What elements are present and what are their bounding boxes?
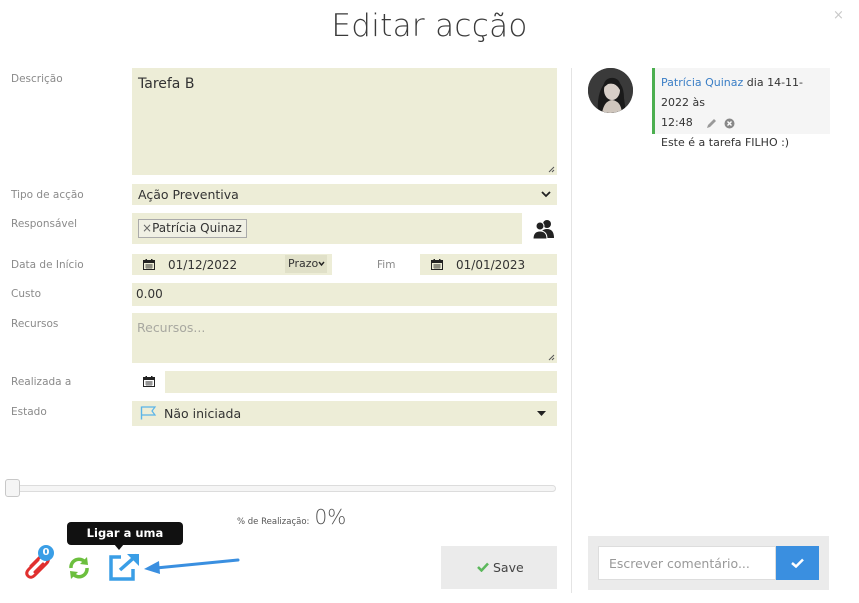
save-button[interactable]: Save bbox=[441, 546, 557, 589]
attachments-count-badge: 0 bbox=[38, 545, 54, 561]
tag-remove-icon[interactable]: × bbox=[142, 221, 152, 235]
estado-select[interactable]: Não iniciada bbox=[132, 401, 557, 426]
comment-time: 12:48 bbox=[661, 116, 693, 129]
realizada-field[interactable] bbox=[132, 371, 557, 393]
progress-value: 0% bbox=[314, 505, 347, 529]
comment-item: Patrícia Quinaz dia 14-11-2022 às 12:48 … bbox=[588, 68, 830, 149]
progress-label: % de Realização: bbox=[237, 517, 310, 527]
progress-slider[interactable] bbox=[5, 479, 556, 497]
chevron-down-icon bbox=[541, 191, 551, 198]
recursos-placeholder: Recursos... bbox=[137, 320, 206, 335]
estado-value: Não iniciada bbox=[164, 406, 242, 421]
calendar-icon bbox=[431, 259, 443, 270]
tipo-select[interactable]: Ação Preventiva bbox=[132, 184, 557, 205]
calendar-icon bbox=[143, 376, 155, 387]
resize-handle-icon[interactable] bbox=[548, 166, 555, 173]
close-icon[interactable]: × bbox=[833, 8, 844, 23]
users-icon[interactable] bbox=[532, 218, 556, 240]
fim-value: 01/01/2023 bbox=[456, 258, 526, 272]
progress-readout: % de Realização: 0% bbox=[237, 505, 346, 529]
save-label: Save bbox=[493, 560, 524, 575]
comment-bubble: Patrícia Quinaz dia 14-11-2022 às 12:48 … bbox=[652, 68, 830, 149]
responsavel-tag: ×Patrícia Quinaz bbox=[138, 219, 247, 238]
tipo-label: Tipo de acção bbox=[11, 189, 84, 201]
delete-icon[interactable] bbox=[724, 118, 735, 129]
resize-handle-icon[interactable] bbox=[548, 354, 555, 361]
comment-input[interactable]: Escrever comentário... bbox=[598, 546, 776, 580]
responsavel-field[interactable]: ×Patrícia Quinaz bbox=[132, 213, 522, 244]
sync-icon[interactable] bbox=[66, 555, 92, 581]
comment-input-placeholder: Escrever comentário... bbox=[609, 556, 750, 571]
realizada-label: Realizada a bbox=[11, 376, 72, 388]
tipo-value: Ação Preventiva bbox=[138, 187, 239, 202]
flag-icon bbox=[140, 406, 157, 420]
tooltip-arrow bbox=[114, 544, 124, 550]
check-icon bbox=[791, 558, 804, 568]
comment-input-bar: Escrever comentário... bbox=[588, 536, 829, 590]
custo-value: 0.00 bbox=[136, 287, 163, 301]
estado-label: Estado bbox=[11, 406, 47, 418]
tooltip: Ligar a uma acção bbox=[67, 522, 183, 563]
avatar-image bbox=[588, 68, 633, 113]
data-inicio-label: Data de Início bbox=[11, 259, 84, 271]
descricao-label: Descrição bbox=[11, 73, 63, 85]
custo-label: Custo bbox=[11, 288, 41, 300]
caret-down-icon bbox=[537, 411, 546, 416]
data-inicio-field[interactable]: 01/12/2022 Prazo bbox=[132, 254, 332, 275]
external-link-icon[interactable] bbox=[108, 552, 142, 582]
attachments-count: 0 bbox=[42, 547, 50, 558]
progress-handle[interactable] bbox=[5, 479, 20, 497]
panel-divider bbox=[571, 68, 572, 593]
responsavel-tag-label: Patrícia Quinaz bbox=[152, 221, 242, 235]
custo-input[interactable]: 0.00 bbox=[132, 283, 557, 306]
chevron-down-icon bbox=[318, 261, 325, 267]
fim-label: Fim bbox=[377, 259, 396, 271]
recursos-label: Recursos bbox=[11, 318, 59, 330]
prazo-label: Prazo bbox=[288, 257, 319, 270]
recursos-textarea[interactable]: Recursos... bbox=[132, 313, 557, 363]
comment-submit-button[interactable] bbox=[776, 546, 819, 580]
data-inicio-value: 01/12/2022 bbox=[168, 258, 238, 272]
descricao-textarea[interactable]: Tarefa B bbox=[132, 68, 557, 175]
prazo-select[interactable]: Prazo bbox=[285, 255, 327, 273]
comment-author[interactable]: Patrícia Quinaz bbox=[661, 76, 743, 89]
avatar bbox=[588, 68, 633, 113]
dialog-title: Editar acção bbox=[331, 8, 528, 44]
pencil-icon[interactable] bbox=[706, 118, 717, 129]
fim-field[interactable]: 01/01/2023 bbox=[420, 254, 557, 275]
calendar-icon bbox=[143, 259, 155, 270]
pointer-arrow-icon bbox=[144, 558, 240, 574]
comment-text: Este é a tarefa FILHO :) bbox=[661, 136, 790, 149]
progress-track bbox=[5, 485, 556, 492]
check-icon bbox=[477, 562, 489, 572]
descricao-value: Tarefa B bbox=[138, 76, 195, 92]
responsavel-label: Responsável bbox=[11, 218, 77, 230]
